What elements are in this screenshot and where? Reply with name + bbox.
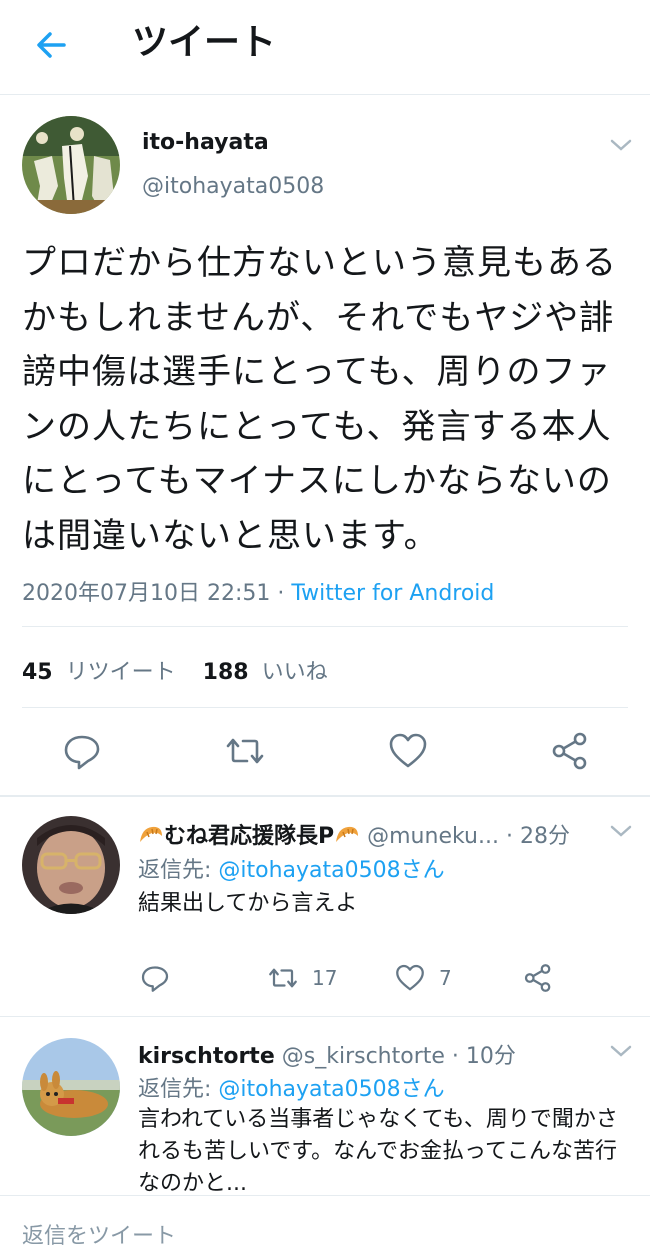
author-name[interactable]: ito-hayata: [142, 130, 269, 155]
chevron-down-icon[interactable]: [609, 136, 633, 154]
reply-icon[interactable]: [140, 963, 170, 993]
reply-header: むね君応援隊長P @muneku... · 28分: [138, 818, 570, 850]
tweet-source[interactable]: Twitter for Android: [291, 581, 494, 606]
heart-icon[interactable]: [395, 963, 425, 993]
reply-header: kirschtorte @s_kirschtorte · 10分: [138, 1038, 516, 1070]
tweet-text: プロだから仕方ないという意見もあるかもしれませんが、それでもヤジや誹謗中傷は選手…: [22, 243, 617, 556]
replying-to: 返信先: @itohayata0508さん: [138, 1071, 445, 1103]
share-icon[interactable]: [550, 731, 590, 771]
retweet-icon[interactable]: [225, 731, 265, 771]
share-icon[interactable]: [523, 963, 553, 993]
reply-icon[interactable]: [62, 731, 102, 771]
compose-bar[interactable]: 返信をツイート: [0, 1195, 650, 1258]
reply-avatar[interactable]: [22, 1038, 120, 1136]
replying-to-handle[interactable]: @itohayata0508さん: [218, 858, 444, 883]
reply-handle-time: @muneku... · 28分: [367, 824, 570, 849]
reply-retweet-count: 17: [312, 966, 338, 990]
reply-avatar[interactable]: [22, 816, 120, 914]
reply-compose-input[interactable]: 返信をツイート: [22, 1218, 176, 1250]
replying-to-handle[interactable]: @itohayata0508さん: [218, 1077, 444, 1102]
page-title: ツイート: [132, 22, 277, 63]
replying-to-prefix: 返信先:: [138, 1077, 219, 1102]
divider: [0, 1016, 650, 1017]
reply-handle-time: @s_kirschtorte · 10分: [281, 1044, 516, 1069]
like-action[interactable]: 7: [395, 963, 452, 993]
heart-icon[interactable]: [388, 731, 428, 771]
reply-like-count: 7: [439, 966, 452, 990]
divider: [0, 795, 650, 797]
back-arrow-icon[interactable]: [30, 24, 72, 66]
share-action[interactable]: [523, 963, 553, 993]
reply-author-name[interactable]: むね君応援隊長P: [164, 824, 334, 849]
croissant-icon: [334, 824, 360, 846]
divider: [22, 707, 628, 708]
chevron-down-icon[interactable]: [609, 1042, 633, 1060]
top-bar: ツイート: [0, 0, 650, 95]
replying-to-prefix: 返信先:: [138, 858, 219, 883]
retweet-action[interactable]: 17: [268, 963, 337, 993]
divider: [22, 626, 628, 627]
chevron-down-icon[interactable]: [609, 822, 633, 840]
tweet-stats: 45 リツイート 188 いいね: [22, 654, 328, 686]
meta-separator: ·: [270, 581, 292, 606]
tweet-meta: 2020年07月10日 22:51 · Twitter for Android: [22, 575, 494, 607]
reply-text: 結果出してから言えよ: [138, 891, 358, 916]
tweet-timestamp: 2020年07月10日 22:51: [22, 581, 271, 606]
croissant-icon: [138, 824, 164, 846]
replying-to: 返信先: @itohayata0508さん: [138, 852, 445, 884]
reply-action[interactable]: [140, 963, 170, 993]
like-count[interactable]: 188: [203, 660, 249, 685]
like-label[interactable]: いいね: [262, 660, 328, 685]
reply-text: 言われている当事者じゃなくても、周りで聞かされるも苦しいです。なんでお金払ってこ…: [138, 1107, 618, 1196]
retweet-count[interactable]: 45: [22, 660, 53, 685]
author-handle[interactable]: @itohayata0508: [142, 174, 324, 199]
author-avatar[interactable]: [22, 116, 120, 214]
reply-author-name[interactable]: kirschtorte: [138, 1044, 275, 1069]
retweet-label[interactable]: リツイート: [66, 660, 176, 685]
retweet-icon[interactable]: [268, 963, 298, 993]
